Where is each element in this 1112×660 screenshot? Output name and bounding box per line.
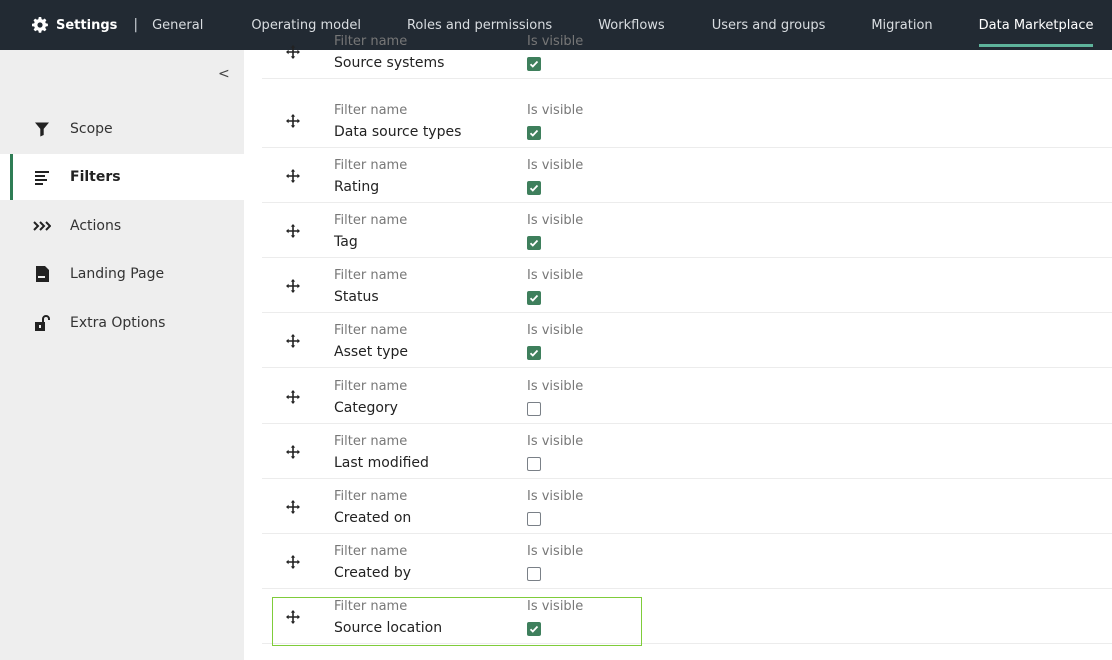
settings-title: Settings	[56, 17, 118, 33]
is-visible-label: Is visible	[527, 158, 584, 173]
filter-row: Filter name Asset type Is visible	[262, 313, 1112, 368]
document-icon	[33, 265, 51, 283]
filter-name-value: Data source types	[334, 124, 462, 140]
filter-name-label: Filter name	[334, 268, 408, 283]
settings-brand[interactable]: Settings	[0, 0, 117, 50]
filter-name-value: Status	[334, 289, 379, 305]
drag-handle-icon[interactable]	[284, 277, 302, 295]
filter-name-value: Created by	[334, 565, 412, 581]
filter-name-label: Filter name	[334, 34, 408, 49]
filter-row: Filter name Last modified Is visible	[262, 424, 1112, 479]
filter-row: Filter name Created by Is visible	[262, 534, 1112, 589]
is-visible-label: Is visible	[527, 323, 584, 338]
is-visible-checkbox[interactable]	[527, 512, 541, 526]
filter-name-label: Filter name	[334, 158, 408, 173]
filter-name-value: Rating	[334, 179, 380, 195]
filter-name-value: Asset type	[334, 344, 408, 360]
tab-general[interactable]: General	[152, 0, 203, 50]
drag-handle-icon[interactable]	[284, 553, 302, 571]
filters-list: Filter name Source systems Is visible Filte…	[262, 34, 1112, 660]
filter-name-label: Filter name	[334, 213, 408, 228]
drag-handle-icon[interactable]	[284, 43, 302, 61]
filter-row: Filter name Source systems Is visible	[262, 24, 1112, 79]
is-visible-checkbox[interactable]	[527, 181, 541, 195]
is-visible-label: Is visible	[527, 434, 584, 449]
drag-handle-icon[interactable]	[284, 222, 302, 240]
sidebar-item-label: Filters	[70, 169, 121, 185]
is-visible-checkbox[interactable]	[527, 126, 541, 140]
is-visible-label: Is visible	[527, 379, 584, 394]
drag-handle-icon[interactable]	[284, 167, 302, 185]
filter-name-value: Created on	[334, 510, 412, 526]
filter-name-label: Filter name	[334, 103, 408, 118]
sidebar-item-scope[interactable]: Scope	[0, 106, 244, 152]
is-visible-label: Is visible	[527, 213, 584, 228]
sidebar-item-extra-options[interactable]: Extra Options	[0, 300, 244, 346]
is-visible-checkbox[interactable]	[527, 236, 541, 250]
settings-sidebar: < Scope Filters Actions Landing Page Ext…	[0, 50, 244, 660]
is-visible-checkbox[interactable]	[527, 402, 541, 416]
filter-name-value: Last modified	[334, 455, 429, 471]
drag-handle-icon[interactable]	[284, 498, 302, 516]
sidebar-item-label: Extra Options	[70, 315, 166, 331]
chevrons-right-icon	[33, 217, 51, 235]
filter-name-label: Filter name	[334, 323, 408, 338]
filter-name-label: Filter name	[334, 544, 408, 559]
drag-handle-icon[interactable]	[284, 332, 302, 350]
is-visible-checkbox[interactable]	[527, 291, 541, 305]
sidebar-item-label: Landing Page	[70, 266, 165, 282]
drag-handle-icon[interactable]	[284, 443, 302, 461]
filter-row: Filter name Data source types Is visible	[262, 93, 1112, 148]
is-visible-label: Is visible	[527, 34, 584, 49]
is-visible-checkbox[interactable]	[527, 457, 541, 471]
selected-row-highlight	[272, 597, 642, 646]
filter-funnel-icon	[33, 120, 51, 138]
sidebar-item-filters[interactable]: Filters	[0, 154, 244, 200]
is-visible-checkbox[interactable]	[527, 346, 541, 360]
sidebar-item-label: Actions	[70, 218, 122, 234]
gear-icon	[32, 17, 48, 33]
filter-row: Filter name Created on Is visible	[262, 479, 1112, 534]
is-visible-label: Is visible	[527, 544, 584, 559]
drag-handle-icon[interactable]	[284, 388, 302, 406]
is-visible-checkbox[interactable]	[527, 567, 541, 581]
is-visible-label: Is visible	[527, 268, 584, 283]
filter-row: Filter name Status Is visible	[262, 258, 1112, 313]
filter-row: Filter name Category Is visible	[262, 369, 1112, 424]
filter-name-label: Filter name	[334, 434, 408, 449]
drag-handle-icon[interactable]	[284, 112, 302, 130]
filter-name-value: Source systems	[334, 55, 445, 71]
is-visible-checkbox[interactable]	[527, 57, 541, 71]
is-visible-label: Is visible	[527, 103, 584, 118]
filter-name-label: Filter name	[334, 489, 408, 504]
is-visible-label: Is visible	[527, 489, 584, 504]
sidebar-item-label: Scope	[70, 121, 113, 137]
sidebar-item-landing-page[interactable]: Landing Page	[0, 251, 244, 297]
filter-row: Filter name Tag Is visible	[262, 203, 1112, 258]
filter-name-value: Tag	[334, 234, 358, 250]
filter-row: Filter name Rating Is visible	[262, 148, 1112, 203]
filter-lines-icon	[33, 168, 51, 186]
header-separator: |	[133, 17, 139, 33]
filter-name-label: Filter name	[334, 379, 408, 394]
unlocked-padlock-icon	[33, 314, 51, 332]
collapse-sidebar-button[interactable]: <	[218, 66, 230, 82]
filter-name-value: Category	[334, 400, 398, 416]
sidebar-item-actions[interactable]: Actions	[0, 203, 244, 249]
